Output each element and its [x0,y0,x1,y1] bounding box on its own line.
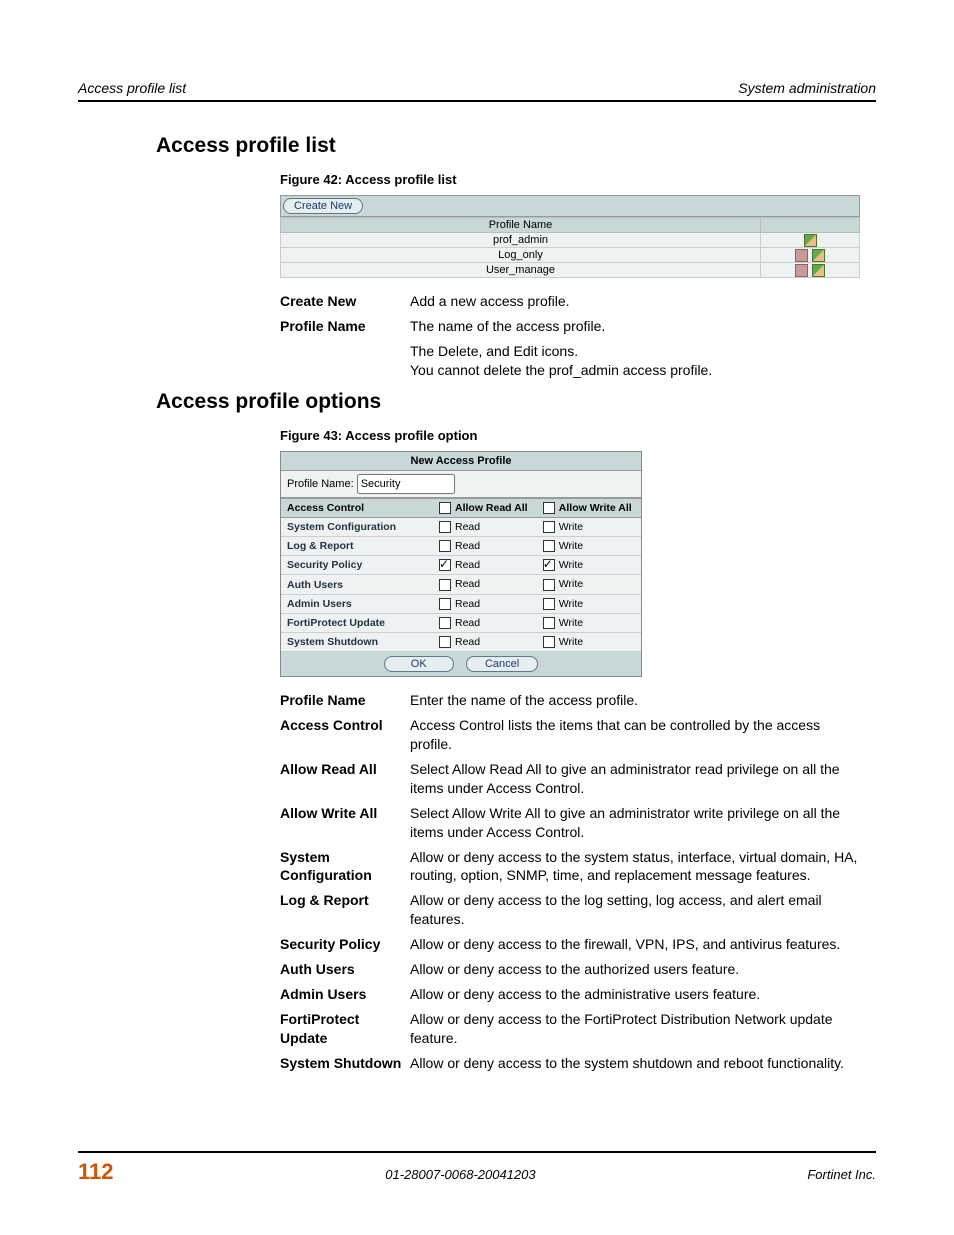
write-checkbox[interactable] [543,598,555,610]
col-allow-write-all: Allow Write All [537,498,641,517]
col-allow-read-all: Allow Read All [433,498,537,517]
read-checkbox[interactable] [439,559,451,571]
section-title-2: Access profile options [156,390,876,414]
definition-term: Profile Name [280,691,410,710]
definition-desc: Select Allow Write All to give an admini… [410,804,860,842]
definition-term: Allow Read All [280,760,410,798]
write-checkbox[interactable] [543,540,555,552]
row-label: Security Policy [281,556,433,575]
access-control-row: FortiProtect UpdateReadWrite [281,613,641,632]
definition-desc: Select Allow Read All to give an adminis… [410,760,860,798]
create-new-button[interactable]: Create New [283,198,363,214]
definition-term: System Configuration [280,848,410,886]
definition-desc: Enter the name of the access profile. [410,691,860,710]
read-checkbox[interactable] [439,617,451,629]
row-label: Admin Users [281,594,433,613]
access-control-row: System ConfigurationReadWrite [281,517,641,536]
access-control-row: Auth UsersReadWrite [281,575,641,594]
access-control-row: System ShutdownReadWrite [281,633,641,652]
read-checkbox[interactable] [439,579,451,591]
col-access-control: Access Control [281,498,433,517]
definition-desc: Allow or deny access to the firewall, VP… [410,935,860,954]
row-label: FortiProtect Update [281,613,433,632]
edit-icon[interactable] [812,249,825,262]
read-checkbox[interactable] [439,540,451,552]
definition-term: Auth Users [280,960,410,979]
profile-name-input[interactable] [357,474,455,494]
section-title-1: Access profile list [156,134,876,158]
access-control-row: Admin UsersReadWrite [281,594,641,613]
figure-42-legend: Create NewAdd a new access profile. Prof… [280,292,860,380]
edit-icon[interactable] [812,264,825,277]
read-checkbox[interactable] [439,636,451,648]
write-checkbox[interactable] [543,617,555,629]
write-checkbox[interactable] [543,559,555,571]
figure-43: New Access Profile Profile Name: Access … [280,451,642,678]
read-checkbox[interactable] [439,598,451,610]
page-footer: 112 01-28007-0068-20041203 Fortinet Inc. [78,1151,876,1185]
header-right: System administration [738,80,876,96]
definition-term: FortiProtect Update [280,1010,410,1048]
header-left: Access profile list [78,80,186,96]
figure-42: Create New Profile Name prof_admin Log_o… [280,195,860,278]
figure-42-caption: Figure 42: Access profile list [280,172,876,187]
write-checkbox[interactable] [543,521,555,533]
definition-desc: Allow or deny access to the authorized u… [410,960,860,979]
definition-desc: Allow or deny access to the administrati… [410,985,860,1004]
definition-term: Security Policy [280,935,410,954]
figure-43-legend: Profile NameEnter the name of the access… [280,691,860,1072]
definition-term: System Shutdown [280,1054,410,1073]
table-row: Log_only [281,248,860,263]
footer-mid: 01-28007-0068-20041203 [385,1167,535,1182]
allow-write-all-checkbox[interactable] [543,502,555,514]
form-title: New Access Profile [281,452,641,471]
allow-read-all-checkbox[interactable] [439,502,451,514]
row-label: System Configuration [281,517,433,536]
definition-desc: Access Control lists the items that can … [410,716,860,754]
running-header: Access profile list System administratio… [78,80,876,102]
cancel-button[interactable]: Cancel [466,656,538,672]
definition-term: Allow Write All [280,804,410,842]
ok-button[interactable]: OK [384,656,454,672]
write-checkbox[interactable] [543,579,555,591]
col-actions [761,218,860,233]
profile-list-table: Profile Name prof_admin Log_only User_ma… [280,217,860,278]
row-label: Log & Report [281,537,433,556]
delete-icon[interactable] [795,249,808,262]
definition-term: Access Control [280,716,410,754]
definition-desc: Allow or deny access to the system statu… [410,848,860,886]
table-row: prof_admin [281,233,860,248]
access-control-row: Log & ReportReadWrite [281,537,641,556]
write-checkbox[interactable] [543,636,555,648]
definition-desc: Allow or deny access to the log setting,… [410,891,860,929]
access-control-row: Security PolicyReadWrite [281,556,641,575]
definition-desc: Allow or deny access to the system shutd… [410,1054,860,1073]
read-checkbox[interactable] [439,521,451,533]
profile-name-label: Profile Name: [287,478,354,490]
table-row: User_manage [281,263,860,278]
page-number: 112 [78,1159,114,1185]
definition-term: Admin Users [280,985,410,1004]
delete-icon[interactable] [795,264,808,277]
col-profile-name: Profile Name [281,218,761,233]
row-label: System Shutdown [281,633,433,652]
definition-desc: Allow or deny access to the FortiProtect… [410,1010,860,1048]
figure-43-caption: Figure 43: Access profile option [280,428,876,443]
edit-icon[interactable] [804,234,817,247]
footer-right: Fortinet Inc. [807,1167,876,1182]
definition-term: Log & Report [280,891,410,929]
row-label: Auth Users [281,575,433,594]
